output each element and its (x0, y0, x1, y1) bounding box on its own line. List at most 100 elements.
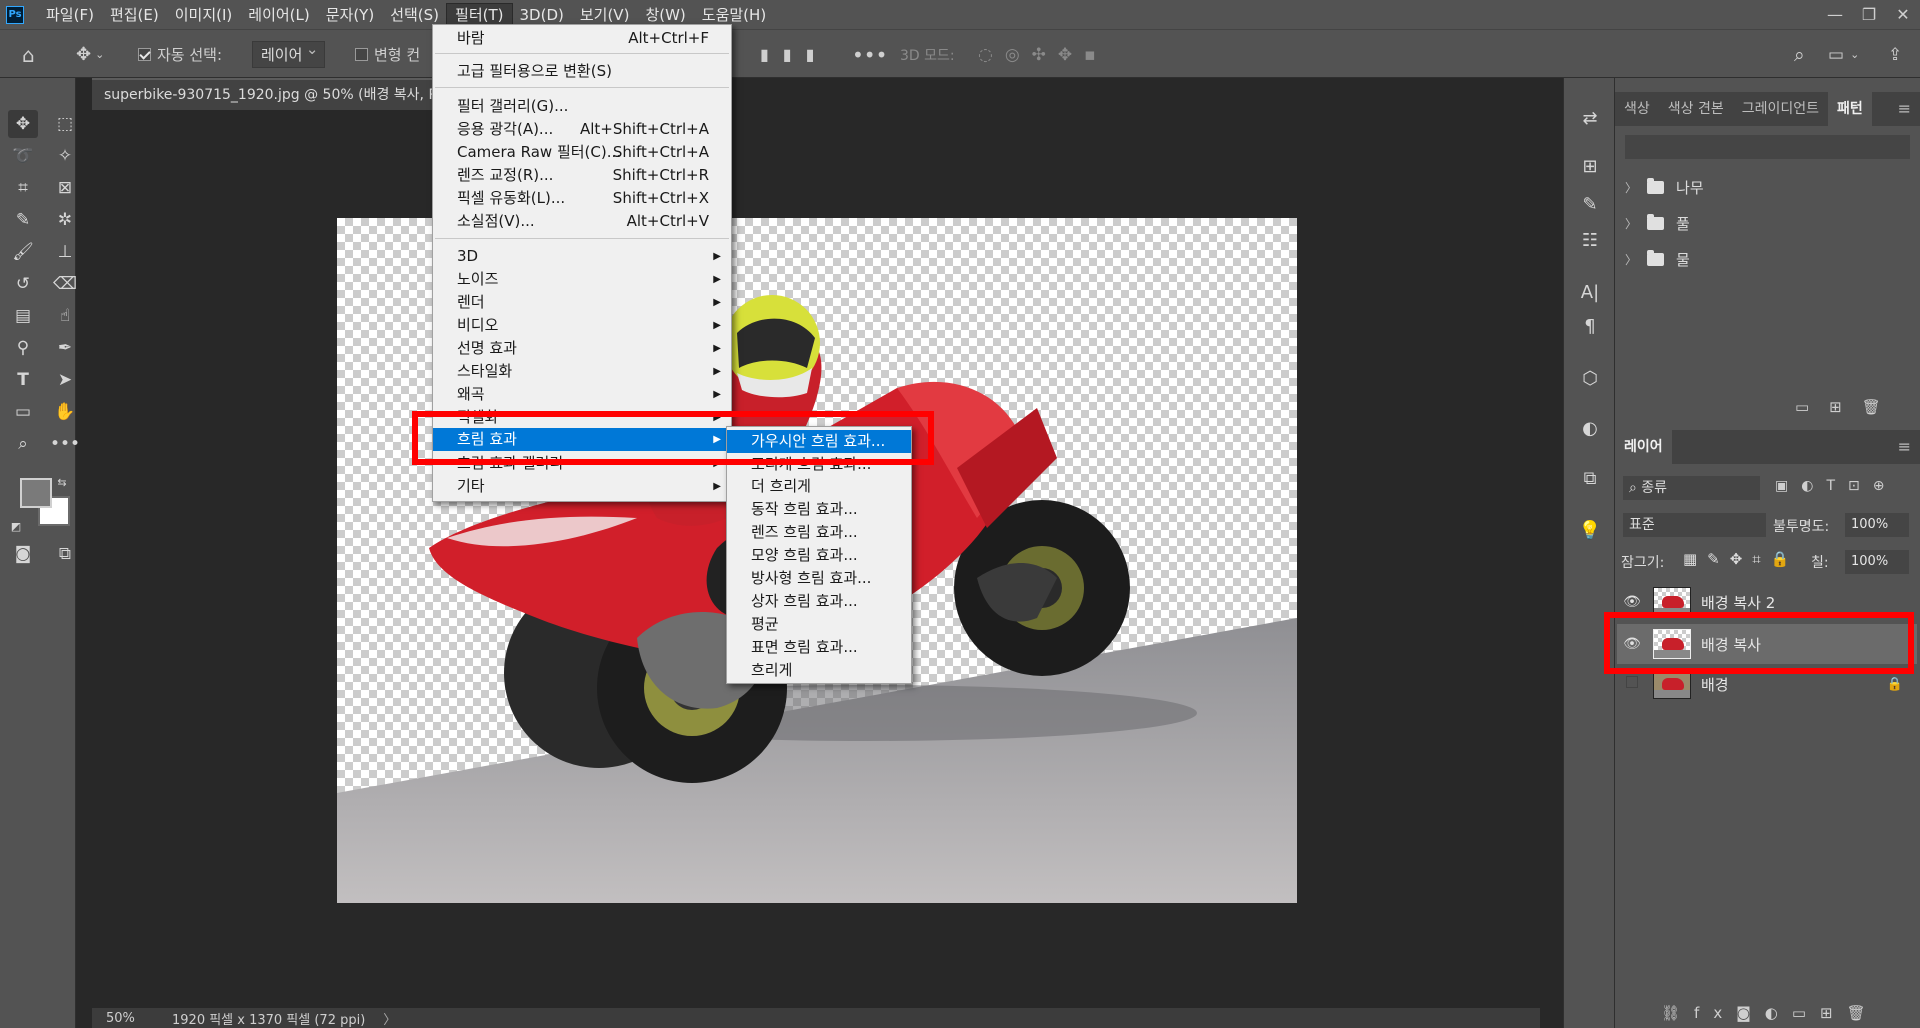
share-icon[interactable]: ⇪ (1888, 30, 1902, 79)
smudge-tool-icon[interactable]: ☝ (50, 302, 80, 330)
swap-colors-icon[interactable]: ⇆ (54, 474, 70, 490)
tab-swatches[interactable]: 색상 견본 (1659, 92, 1733, 126)
tab-patterns[interactable]: 패턴 (1828, 92, 1872, 126)
layers-menu-icon[interactable]: ≡ (1889, 430, 1920, 464)
gradient-tool-icon[interactable]: ▤ (8, 302, 38, 330)
eye-hidden-slot[interactable] (1617, 676, 1647, 692)
properties-icon[interactable]: ⊞ (1574, 152, 1606, 180)
frame-tool-icon[interactable]: ⊠ (50, 174, 80, 202)
pattern-folder-grass[interactable]: 〉 풀 (1625, 208, 1690, 238)
close-icon[interactable]: ✕ (1886, 0, 1920, 29)
menu-item-video[interactable]: 비디오 ▶ (433, 314, 731, 337)
3d-icon[interactable]: ⬡ (1574, 364, 1606, 392)
history-brush-icon[interactable]: ↺ (8, 270, 38, 298)
menu-type[interactable]: 문자(Y) (318, 4, 382, 26)
home-icon[interactable]: ⌂ (22, 30, 35, 79)
menu-image[interactable]: 이미지(I) (167, 4, 241, 26)
auto-select-option[interactable]: 자동 선택: (138, 30, 222, 79)
eraser-tool-icon[interactable]: ⌫ (50, 270, 80, 298)
character-icon[interactable]: A| (1574, 278, 1606, 306)
more-tools-icon[interactable]: ••• (50, 430, 80, 458)
transform-checkbox[interactable] (355, 48, 368, 61)
more-options-icon[interactable]: ••• (852, 30, 887, 79)
panel-menu-icon[interactable]: ≡ (1889, 92, 1920, 126)
submenu-item-shape-blur[interactable]: 모양 흐림 효과... (727, 544, 911, 567)
submenu-item-motion-blur[interactable]: 동작 흐림 효과... (727, 498, 911, 521)
channels-icon[interactable]: ◐ (1574, 414, 1606, 442)
brush-tool-icon[interactable]: 🖌 (8, 238, 38, 266)
menu-item-filter-gallery[interactable]: 필터 갤러리(G)... (433, 95, 731, 118)
submenu-item-average[interactable]: 평균 (727, 613, 911, 636)
adjustments-icon[interactable]: ☷ (1574, 226, 1606, 254)
tab-color[interactable]: 색상 (1615, 92, 1659, 126)
menu-item-adaptive-wide-angle[interactable]: 응용 광각(A)... Alt+Shift+Ctrl+A (433, 118, 731, 141)
menu-view[interactable]: 보기(V) (572, 4, 638, 26)
submenu-item-blur-more[interactable]: 더 흐리게 (727, 475, 911, 498)
zoom-tool-icon[interactable]: ⌕ (8, 430, 38, 458)
crop-tool-icon[interactable]: ⌗ (8, 174, 38, 202)
learn-icon[interactable]: 💡 (1574, 516, 1606, 544)
menu-item-other[interactable]: 기타 ▶ (433, 475, 731, 498)
layer-filter-icons[interactable]: ▣◐T⊡⊕ (1775, 478, 1897, 494)
transform-controls-option[interactable]: 변형 컨 (355, 30, 420, 79)
menu-item-distort[interactable]: 왜곡 ▶ (433, 383, 731, 406)
layer-filter-dropdown[interactable]: ⌕ 종류 (1623, 476, 1760, 500)
chevron-right-icon[interactable]: 〉 (1625, 251, 1637, 268)
stamp-tool-icon[interactable]: ⊥ (50, 238, 80, 266)
pen-tool-icon[interactable]: ✒ (50, 334, 80, 362)
pattern-folder-water[interactable]: 〉 물 (1625, 244, 1690, 274)
submenu-item-surface-blur[interactable]: 표면 흐림 효과... (727, 636, 911, 659)
brush-settings-icon[interactable]: ✎ (1574, 190, 1606, 218)
menu-item-convert-smart[interactable]: 고급 필터용으로 변환(S) (433, 60, 731, 83)
menu-layer[interactable]: 레이어(L) (240, 4, 317, 26)
move-tool-icon[interactable]: ✥ ⌄ (76, 30, 104, 79)
menu-filter[interactable]: 필터(T) (446, 2, 513, 27)
menu-item-noise[interactable]: 노이즈 ▶ (433, 268, 731, 291)
menu-item-vanishing-point[interactable]: 소실점(V)... Alt+Ctrl+V (433, 210, 731, 233)
menu-item-camera-raw[interactable]: Camera Raw 필터(C)... Shift+Ctrl+A (433, 141, 731, 164)
menu-help[interactable]: 도움말(H) (694, 4, 774, 26)
paragraph-icon[interactable]: ¶ (1574, 312, 1606, 340)
path-select-tool-icon[interactable]: ➤ (50, 366, 80, 394)
submenu-item-box-blur[interactable]: 상자 흐림 효과... (727, 590, 911, 613)
opacity-input[interactable]: 100% (1845, 513, 1909, 537)
move-tool-icon[interactable]: ✥ (8, 110, 38, 138)
minimize-icon[interactable]: — (1818, 0, 1852, 29)
menu-edit[interactable]: 편집(E) (102, 4, 167, 26)
layers-footer-icons[interactable]: ⛓fx◙◐▭⊞🗑 (1661, 1004, 1880, 1022)
workspace-icon[interactable]: ▭ ⌄ (1828, 30, 1859, 79)
libraries-icon[interactable]: ⧉ (1574, 464, 1606, 492)
fill-input[interactable]: 100% (1845, 550, 1909, 574)
screen-mode-icon[interactable]: ⧉ (50, 540, 80, 568)
pattern-panel-footer-icons[interactable]: ▭⊞🗑 (1795, 398, 1901, 416)
type-tool-icon[interactable]: T (8, 366, 38, 394)
auto-select-dropdown[interactable]: 레이어 (252, 40, 326, 68)
magic-wand-tool-icon[interactable]: ✧ (50, 142, 80, 170)
menu-item-render[interactable]: 렌더 ▶ (433, 291, 731, 314)
menu-item-liquify[interactable]: 픽셀 유동화(L)... Shift+Ctrl+X (433, 187, 731, 210)
tab-layers[interactable]: 레이어 (1615, 430, 1672, 464)
tab-gradients[interactable]: 그레이디언트 (1733, 92, 1828, 126)
search-icon[interactable]: ⌕ (1794, 30, 1805, 79)
lock-icons[interactable]: ▦✎✥⌗🔒 (1683, 550, 1799, 568)
rectangle-tool-icon[interactable]: ▭ (8, 398, 38, 426)
eye-icon[interactable]: 👁 (1617, 594, 1647, 610)
menu-item-lens-correction[interactable]: 렌즈 교정(R)... Shift+Ctrl+R (433, 164, 731, 187)
blend-mode-dropdown[interactable]: 표준 (1623, 513, 1766, 537)
chevron-right-icon[interactable]: 〉 (1625, 215, 1637, 232)
pattern-search-input[interactable] (1625, 135, 1910, 159)
default-colors-icon[interactable]: ◩ (8, 518, 24, 534)
menu-file[interactable]: 파일(F) (38, 4, 102, 26)
eyedropper-tool-icon[interactable]: ✎ (8, 206, 38, 234)
menu-select[interactable]: 선택(S) (382, 4, 447, 26)
dodge-tool-icon[interactable]: ⚲ (8, 334, 38, 362)
quick-mask-icon[interactable]: ◙ (8, 540, 38, 568)
chevron-right-icon[interactable]: 〉 (1625, 179, 1637, 196)
submenu-item-radial-blur[interactable]: 방사형 흐림 효과... (727, 567, 911, 590)
align-icons[interactable]: ▮▮▮ (760, 30, 828, 79)
menu-item-3d[interactable]: 3D ▶ (433, 245, 731, 268)
menu-item-wind[interactable]: 바람 Alt+Ctrl+F (433, 27, 731, 50)
auto-select-checkbox[interactable] (138, 48, 151, 61)
pattern-folder-wood[interactable]: 〉 나무 (1625, 172, 1704, 202)
healing-tool-icon[interactable]: ✲ (50, 206, 80, 234)
